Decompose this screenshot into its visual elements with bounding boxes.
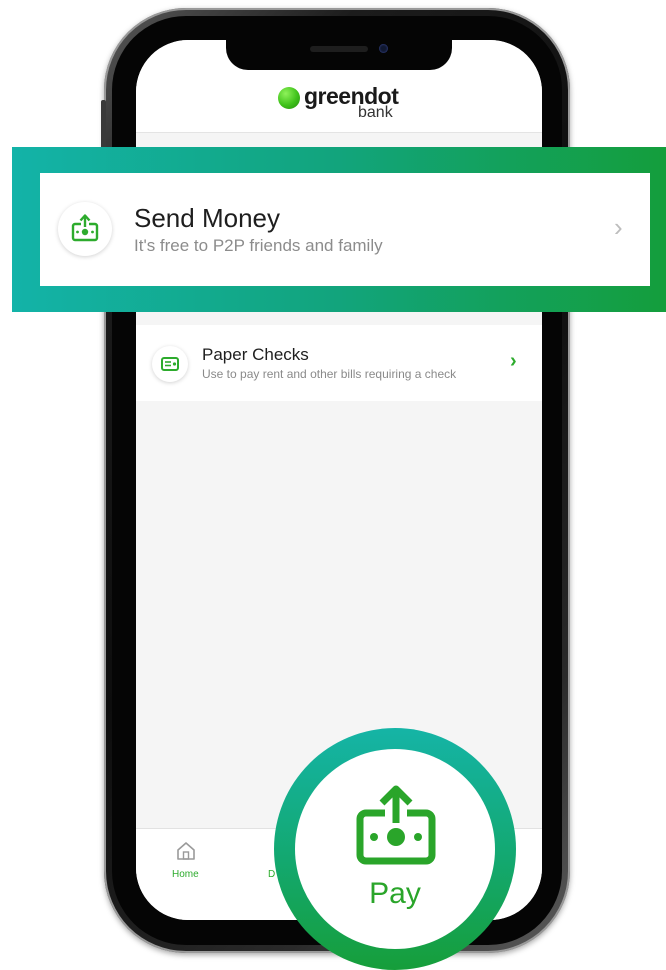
chevron-right-icon[interactable]: ›: [614, 212, 623, 243]
logo-subtitle: bank: [358, 104, 393, 121]
chevron-right-icon[interactable]: ›: [510, 350, 517, 373]
send-money-icon: [58, 202, 112, 256]
speaker-grille: [310, 46, 368, 52]
greendot-logo: greendot bank: [278, 83, 408, 123]
pay-button[interactable]: Pay: [295, 749, 495, 949]
phone-notch: [226, 40, 452, 70]
paper-checks-subtitle: Use to pay rent and other bills requirin…: [202, 367, 457, 381]
paper-checks-row[interactable]: [136, 325, 542, 401]
front-camera: [379, 44, 388, 53]
send-money-subtitle: It's free to P2P friends and family: [134, 236, 383, 255]
nav-home-label[interactable]: Home: [172, 869, 199, 880]
send-money-row[interactable]: [40, 173, 650, 286]
check-icon: [152, 346, 188, 382]
pay-icon: [353, 783, 439, 874]
pay-label: Pay: [369, 877, 421, 910]
send-money-title: Send Money: [134, 203, 280, 233]
paper-checks-title: Paper Checks: [202, 345, 309, 364]
logo-dot: [278, 87, 300, 109]
nav-partial-label[interactable]: D: [268, 869, 275, 880]
home-icon[interactable]: [174, 839, 198, 868]
pay-highlight-circle[interactable]: Pay: [274, 728, 516, 970]
